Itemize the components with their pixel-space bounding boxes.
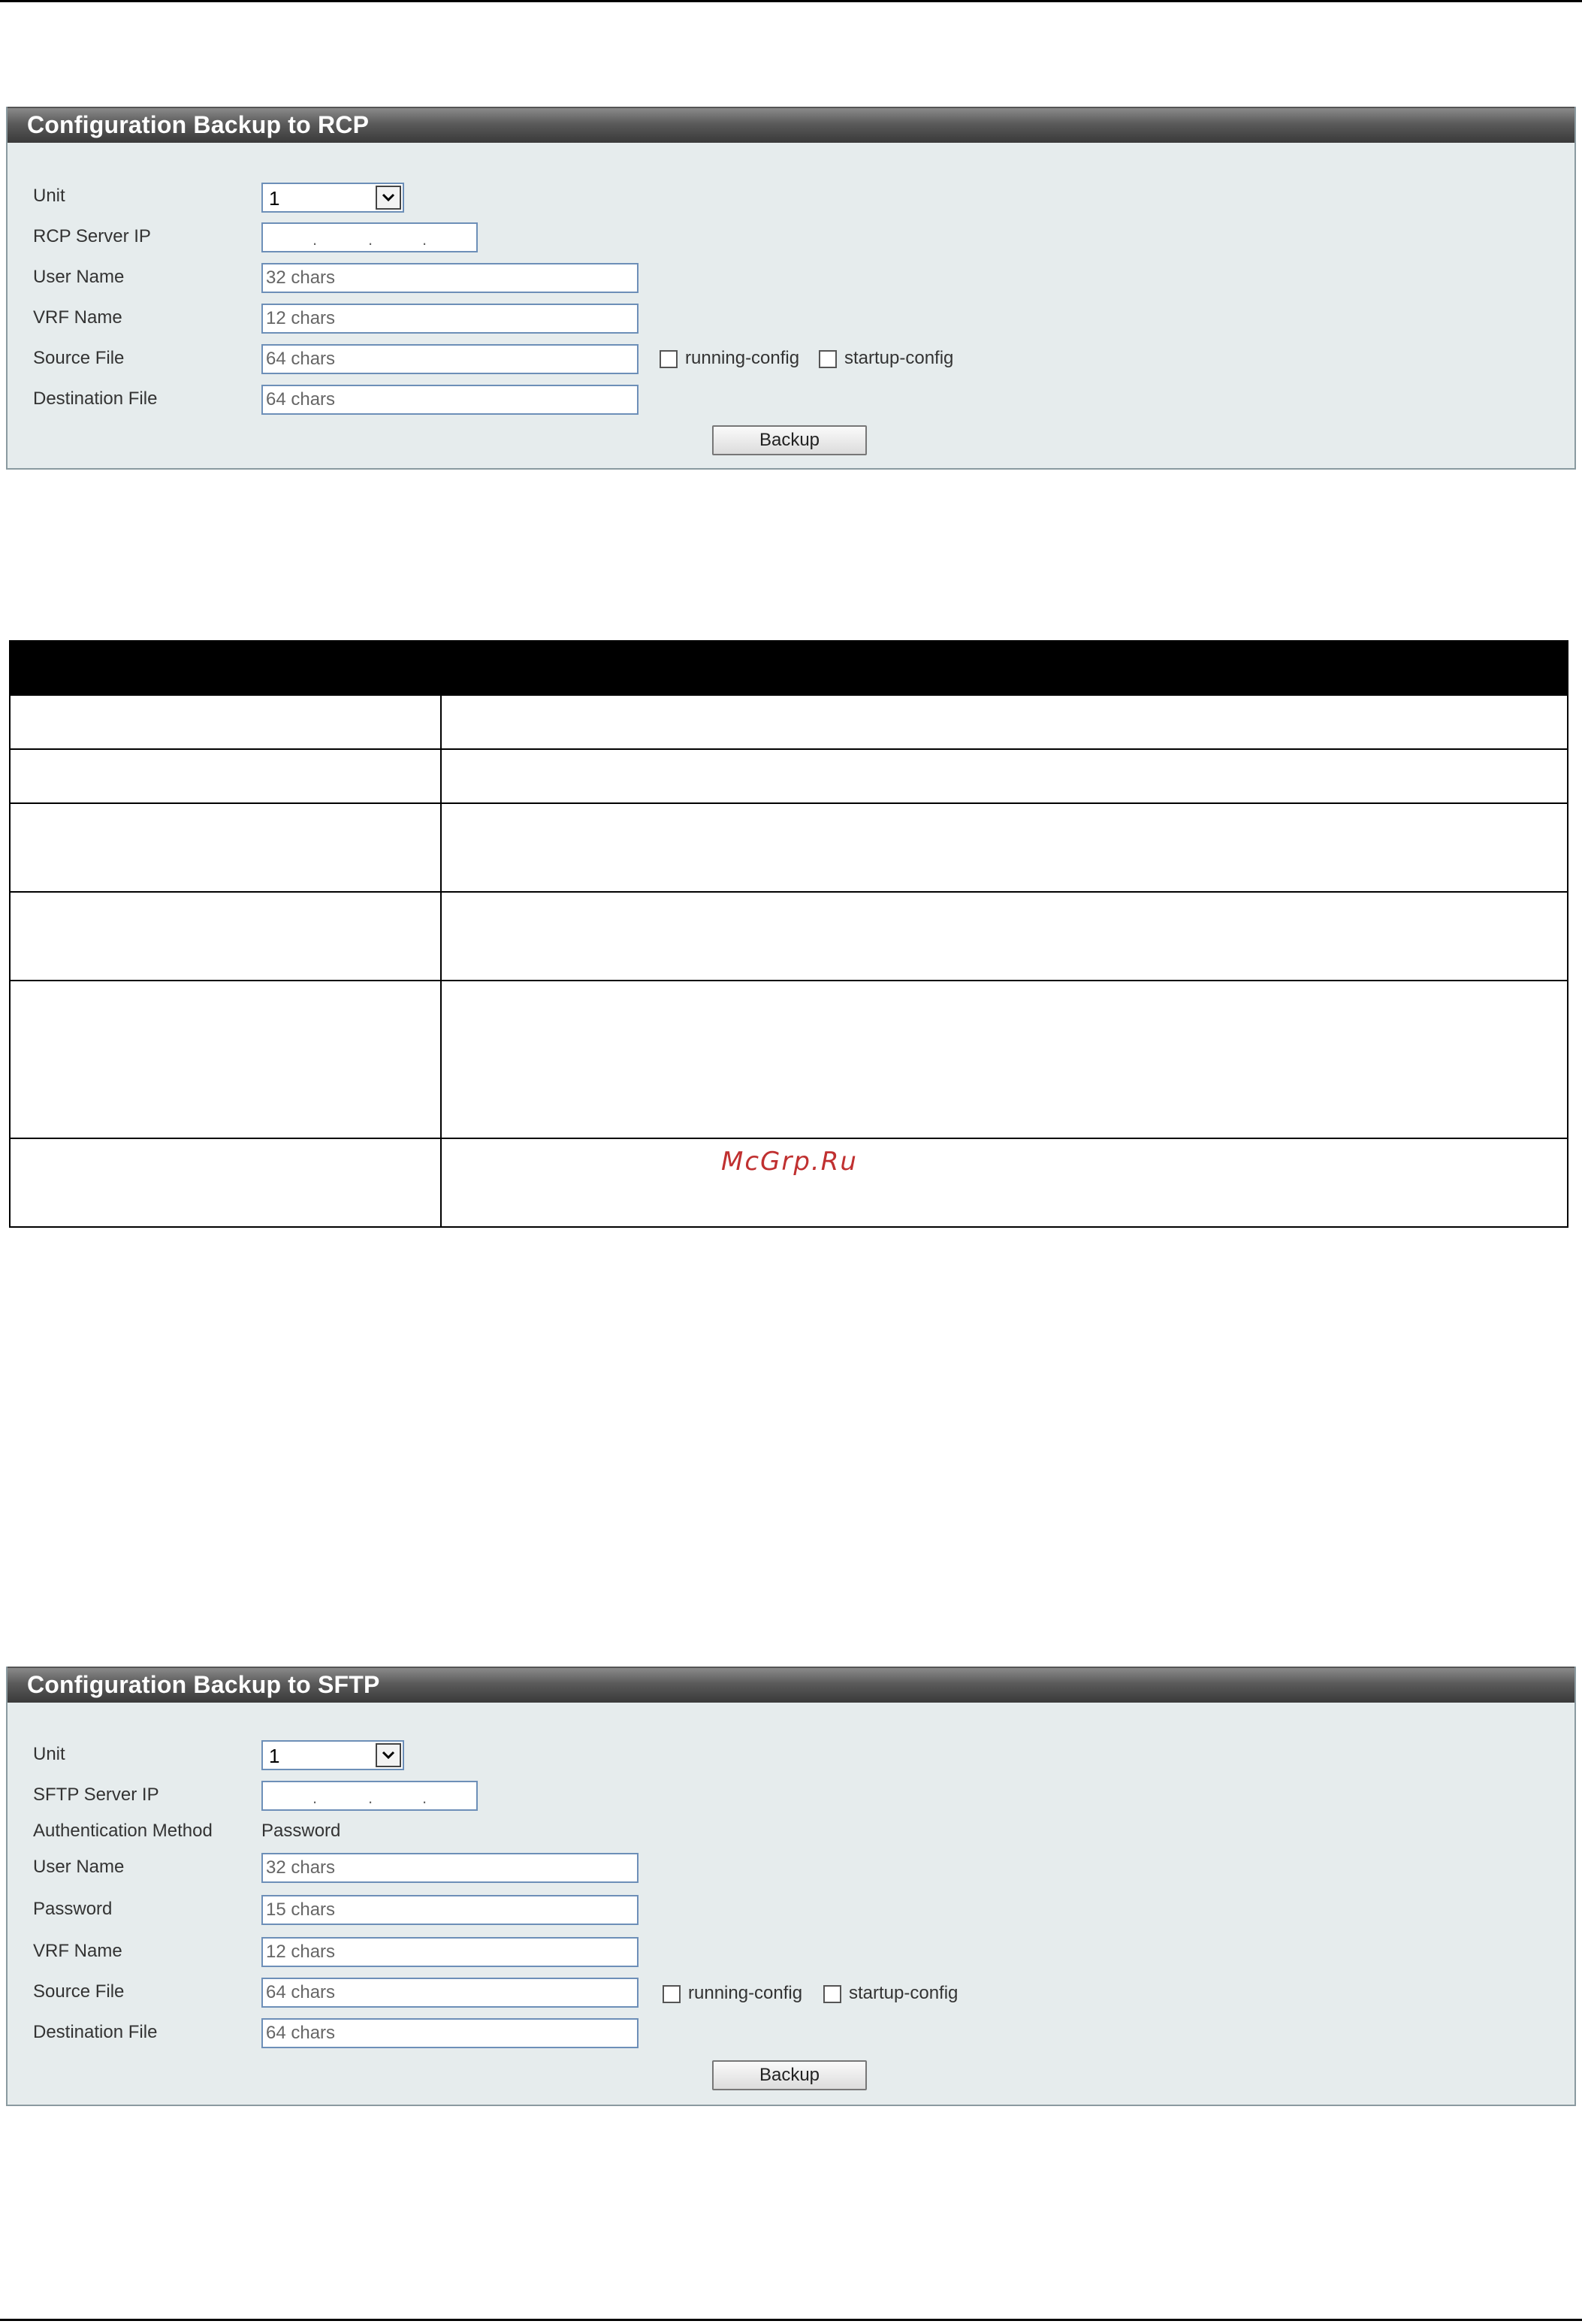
sftp-auth-method-label: Authentication Method — [33, 1821, 213, 1841]
rcp-unit-label-text: Unit — [33, 186, 65, 206]
top-rule — [0, 0, 1582, 2]
table-header-row — [9, 640, 1568, 696]
rcp-startup-config-checkbox[interactable] — [819, 350, 837, 368]
sftp-auth-method-value: Password — [261, 1821, 341, 1841]
sftp-panel-title: Configuration Backup to SFTP — [8, 1667, 1574, 1703]
sftp-vrf-name-input[interactable] — [261, 1937, 639, 1967]
sftp-vrf-name-label: VRF Name — [33, 1941, 122, 1961]
sftp-running-config-checkbox[interactable] — [663, 1985, 681, 2003]
rcp-user-name-label: User Name — [33, 267, 125, 287]
sftp-user-name-input[interactable] — [261, 1853, 639, 1883]
table-row — [9, 694, 1568, 750]
rcp-startup-config-label: startup-config — [844, 348, 954, 368]
watermark-text: McGrp.Ru — [721, 1147, 858, 1177]
rcp-vrf-name-label: VRF Name — [33, 307, 122, 328]
sftp-password-label: Password — [33, 1899, 113, 1919]
sftp-running-config-label: running-config — [688, 1983, 803, 2003]
rcp-source-file-input[interactable] — [261, 344, 639, 374]
sftp-password-input[interactable] — [261, 1895, 639, 1925]
sftp-startup-config-checkbox[interactable] — [823, 1985, 841, 2003]
sftp-source-file-input[interactable] — [261, 1978, 639, 2008]
rcp-vrf-name-input[interactable] — [261, 304, 639, 334]
table-row — [9, 802, 1568, 893]
rcp-running-config-checkbox[interactable] — [660, 350, 678, 368]
rcp-unit-selected-value: 1 — [269, 187, 280, 210]
chevron-down-icon[interactable] — [376, 1743, 401, 1767]
table-row — [9, 980, 1568, 1139]
sftp-backup-button[interactable]: Backup — [712, 2060, 867, 2090]
rcp-panel-title: Configuration Backup to RCP — [8, 107, 1574, 143]
rcp-server-ip-label: RCP Server IP — [33, 226, 151, 246]
sftp-unit-label: Unit — [33, 1744, 65, 1764]
rcp-destination-file-input[interactable] — [261, 385, 639, 415]
sftp-unit-selected-value: 1 — [269, 1745, 280, 1767]
sftp-server-ip-input[interactable]: . . . — [261, 1781, 478, 1811]
sftp-destination-file-label: Destination File — [33, 2022, 158, 2042]
sftp-startup-config-label: startup-config — [849, 1983, 959, 2003]
parameter-description-table — [9, 640, 1568, 1228]
rcp-destination-file-label: Destination File — [33, 388, 158, 409]
bottom-rule — [0, 2319, 1582, 2321]
rcp-unit-dropdown[interactable]: 1 — [261, 183, 404, 213]
sftp-unit-dropdown[interactable]: 1 — [261, 1740, 404, 1770]
table-row — [9, 891, 1568, 981]
chevron-down-icon[interactable] — [376, 186, 401, 210]
rcp-backup-button[interactable]: Backup — [712, 425, 867, 455]
sftp-destination-file-input[interactable] — [261, 2018, 639, 2048]
rcp-source-file-label: Source File — [33, 348, 125, 368]
rcp-backup-panel: Configuration Backup to RCP Unit 1 — [6, 107, 1576, 470]
sftp-source-file-label: Source File — [33, 1981, 125, 2002]
sftp-user-name-label: User Name — [33, 1857, 125, 1877]
rcp-server-ip-input[interactable]: . . . — [261, 222, 478, 252]
sftp-server-ip-label: SFTP Server IP — [33, 1785, 159, 1805]
rcp-running-config-label: running-config — [685, 348, 800, 368]
rcp-user-name-input[interactable] — [261, 263, 639, 293]
table-row — [9, 748, 1568, 804]
sftp-backup-panel: Configuration Backup to SFTP — [6, 1667, 1576, 2106]
